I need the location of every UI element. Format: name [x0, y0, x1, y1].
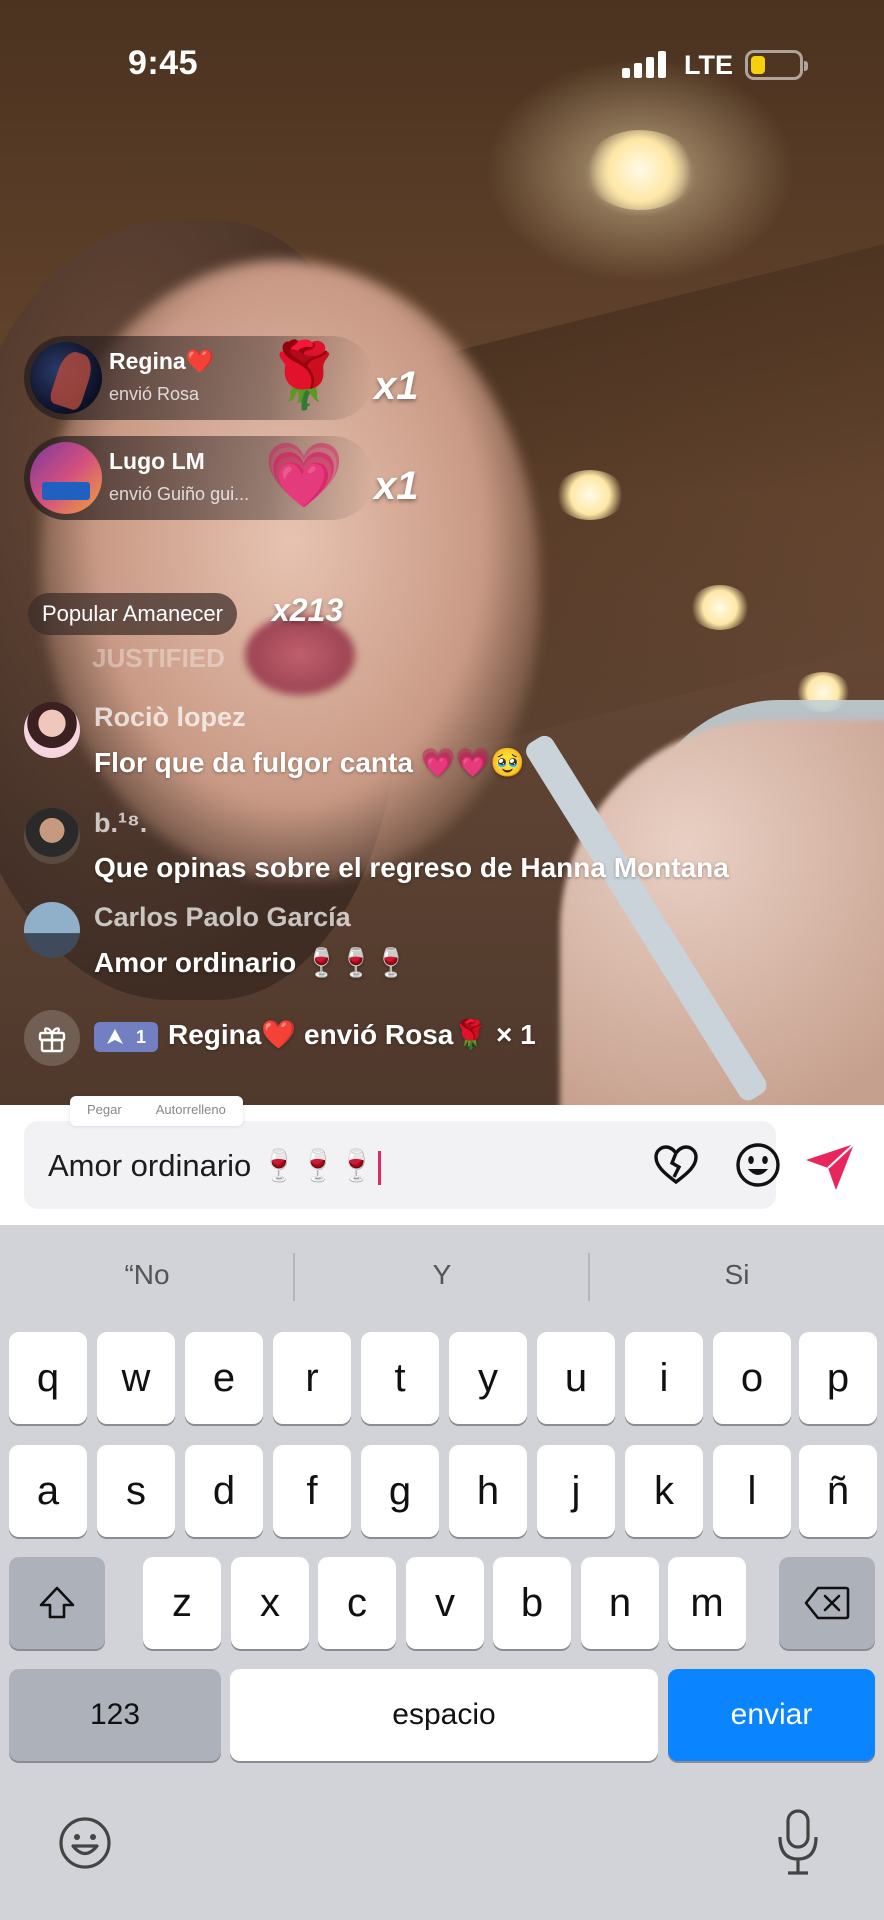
key-j[interactable]: j — [537, 1445, 615, 1537]
key-a[interactable]: a — [9, 1445, 87, 1537]
key-h[interactable]: h — [449, 1445, 527, 1537]
gift-sender-name: Regina — [109, 348, 186, 374]
rank-badge: 1 — [94, 1022, 158, 1052]
keyboard: “No Y Si q w e r t y u i o p a s d f g h… — [0, 1225, 884, 1920]
emoji-icon[interactable] — [734, 1141, 782, 1189]
key-d[interactable]: d — [185, 1445, 263, 1537]
key-u[interactable]: u — [537, 1332, 615, 1424]
avatar[interactable] — [24, 808, 80, 864]
key-c[interactable]: c — [318, 1557, 396, 1649]
text-caret — [377, 1150, 381, 1185]
live-video — [0, 0, 884, 1105]
key-f[interactable]: f — [273, 1445, 351, 1537]
autofill-menu-item[interactable]: Autorrelleno — [139, 1096, 243, 1126]
suggestion-item[interactable]: “No — [0, 1259, 294, 1291]
gift-combo-count: x1 — [374, 464, 419, 508]
gift-box-button[interactable] — [24, 1010, 80, 1066]
suggestion-bar: “No Y Si — [0, 1225, 884, 1329]
key-g[interactable]: g — [361, 1445, 439, 1537]
key-m[interactable]: m — [668, 1557, 746, 1649]
cellular-signal-icon — [622, 50, 666, 78]
network-type: LTE — [684, 50, 733, 80]
key-t[interactable]: t — [361, 1332, 439, 1424]
gift-sender-name: Lugo LM — [109, 448, 205, 474]
avatar[interactable] — [30, 342, 102, 414]
status-bar: 9:45 LTE — [0, 0, 884, 130]
microphone-icon[interactable] — [772, 1807, 824, 1879]
chat-username[interactable]: Rociò lopez — [94, 702, 246, 733]
comment-input[interactable]: Amor ordinario 🍷🍷🍷 — [24, 1121, 780, 1209]
suggestion-item[interactable]: Y — [295, 1259, 589, 1291]
key-s[interactable]: s — [97, 1445, 175, 1537]
suggestion-item[interactable]: Si — [590, 1259, 884, 1291]
backspace-icon — [804, 1586, 850, 1620]
send-icon[interactable] — [800, 1136, 860, 1196]
key-r[interactable]: r — [273, 1332, 351, 1424]
battery-icon — [745, 50, 808, 80]
shift-key[interactable] — [9, 1557, 105, 1649]
popular-tag[interactable]: Popular Amanecer — [28, 593, 237, 635]
paste-menu-item[interactable]: Pegar — [70, 1096, 139, 1126]
key-w[interactable]: w — [97, 1332, 175, 1424]
send-key[interactable]: enviar — [668, 1669, 875, 1761]
faded-chat-line: JUSTIFIED — [92, 643, 225, 673]
gift-activity-line: 1 Regina❤️ envió Rosa🌹 × 1 — [24, 1010, 864, 1066]
gift-activity-text: Regina❤️ envió Rosa🌹 × 1 — [168, 1019, 536, 1050]
chat-username[interactable]: b.¹⁸. — [94, 808, 147, 839]
key-b[interactable]: b — [493, 1557, 571, 1649]
key-y[interactable]: y — [449, 1332, 527, 1424]
chat-username[interactable]: Carlos Paolo García — [94, 902, 351, 933]
gift-action: envió Rosa — [109, 384, 200, 404]
gift-notification[interactable]: Lugo LM envió Guiño gui... 💗 x1 — [24, 436, 419, 520]
backspace-key[interactable] — [779, 1557, 875, 1649]
rose-gift-icon: 🌹 — [264, 339, 344, 411]
chat-text: Amor ordinario 🍷🍷🍷 — [94, 947, 409, 978]
key-x[interactable]: x — [231, 1557, 309, 1649]
key-q[interactable]: q — [9, 1332, 87, 1424]
key-v[interactable]: v — [406, 1557, 484, 1649]
gift-notification[interactable]: Regina❤️ envió Rosa 🌹 x1 — [24, 336, 419, 420]
key-p[interactable]: p — [799, 1332, 877, 1424]
key-n-tilde[interactable]: ñ — [799, 1445, 877, 1537]
key-i[interactable]: i — [625, 1332, 703, 1424]
wink-heart-gift-icon: 💗 — [264, 439, 344, 511]
key-n[interactable]: n — [581, 1557, 659, 1649]
status-time: 9:45 — [128, 44, 199, 82]
avatar[interactable] — [24, 902, 80, 958]
avatar[interactable] — [30, 442, 102, 514]
avatar[interactable] — [24, 702, 80, 758]
key-o[interactable]: o — [713, 1332, 791, 1424]
shift-icon — [39, 1586, 75, 1619]
gift-icon — [38, 1027, 66, 1053]
key-z[interactable]: z — [143, 1557, 221, 1649]
emoji-keyboard-icon[interactable] — [57, 1815, 113, 1871]
key-k[interactable]: k — [625, 1445, 703, 1537]
popular-count: x213 — [272, 592, 344, 628]
key-e[interactable]: e — [185, 1332, 263, 1424]
numbers-key[interactable]: 123 — [9, 1669, 221, 1761]
text-edit-menu: Pegar Autorrelleno — [70, 1096, 243, 1126]
chat-text: Que opinas sobre el regreso de Hanna Mon… — [94, 852, 729, 883]
chat-text: Flor que da fulgor canta 💗💗🥹 — [94, 747, 526, 778]
broken-heart-icon[interactable] — [652, 1141, 700, 1189]
comment-input-value[interactable]: Amor ordinario 🍷🍷🍷 — [48, 1148, 376, 1183]
key-l[interactable]: l — [713, 1445, 791, 1537]
gift-action: envió Guiño gui... — [109, 484, 250, 504]
heart-emoji: ❤️ — [185, 348, 215, 374]
rank-number: 1 — [135, 1026, 146, 1047]
rank-arrow-icon — [106, 1029, 123, 1044]
gift-combo-count: x1 — [374, 364, 419, 408]
space-key[interactable]: espacio — [230, 1669, 658, 1761]
